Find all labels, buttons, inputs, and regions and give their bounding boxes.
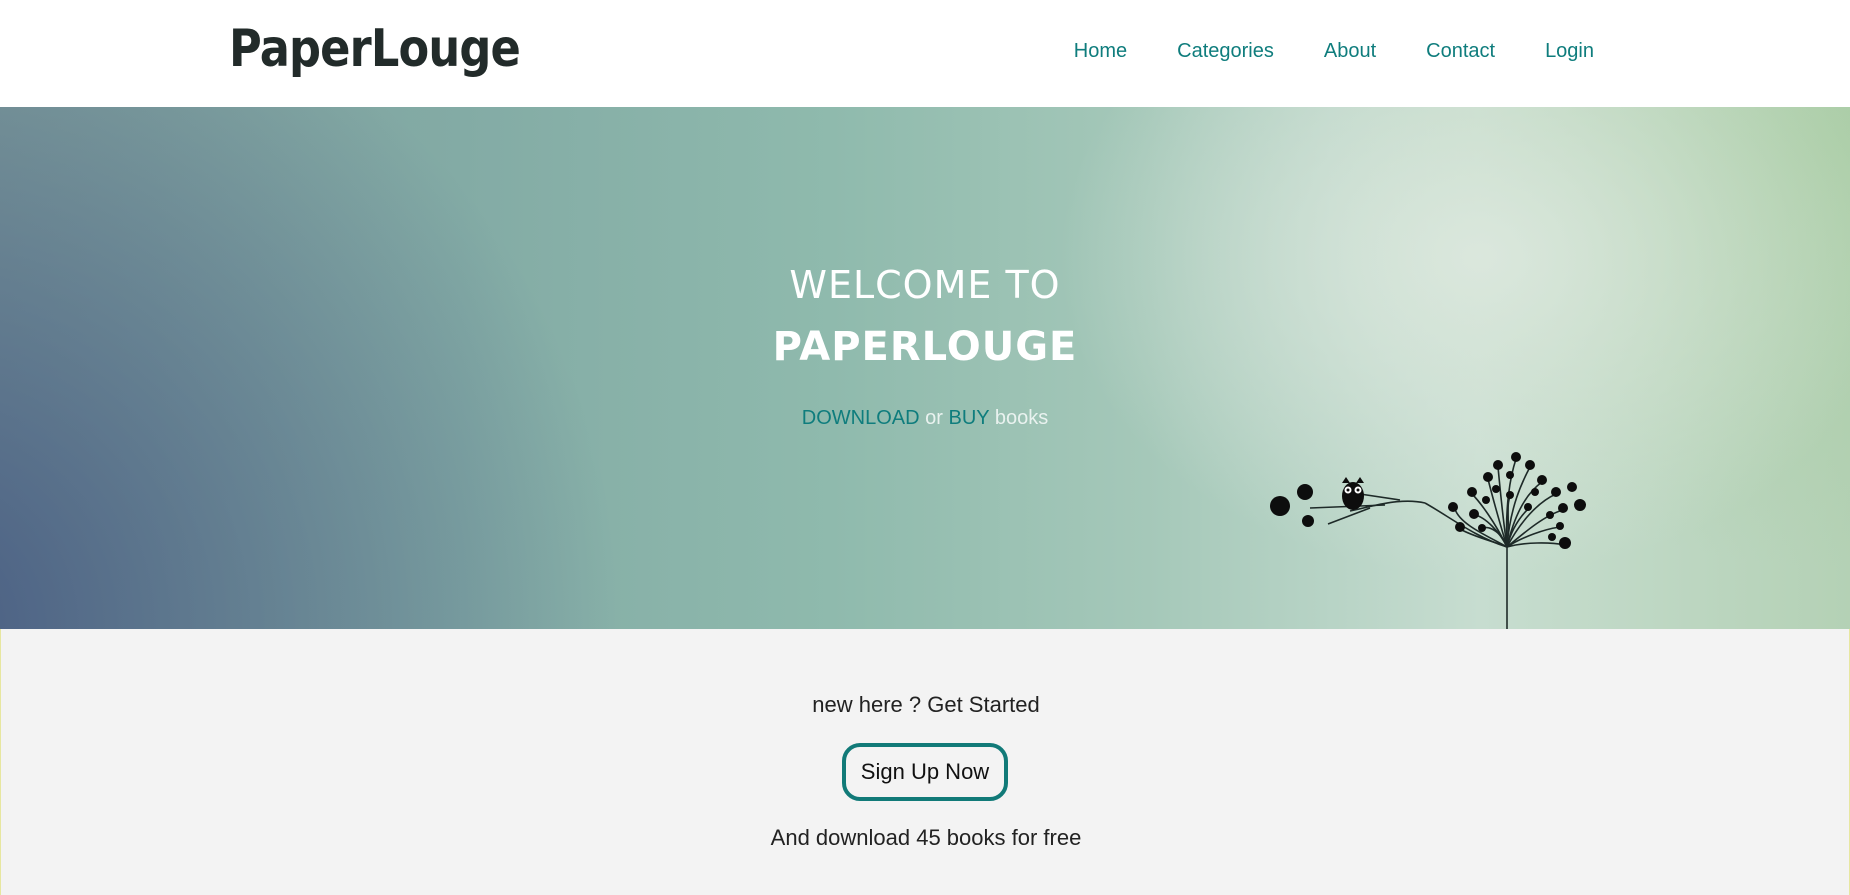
hero-banner: WELCOME TO PAPERLOUGE DOWNLOAD or BUY bo…	[0, 107, 1850, 629]
navbar: PaperLouge Home Categories About Contact…	[0, 0, 1850, 107]
hero-subtitle-books: books	[994, 407, 1049, 429]
hero-title-brand: PAPERLOUGE	[772, 324, 1078, 370]
download-link[interactable]: DOWNLOAD	[802, 407, 920, 429]
free-books-offer-text: And download 45 books for free	[770, 825, 1082, 850]
nav-link-login[interactable]: Login	[1545, 37, 1594, 67]
nav-link-contact[interactable]: Contact	[1426, 37, 1495, 67]
hero-subtitle-or: or	[925, 407, 943, 429]
tree-with-owl-icon	[1270, 452, 1586, 629]
get-started-text: new here ? Get Started	[812, 692, 1040, 717]
brand-logo[interactable]: PaperLouge	[229, 20, 521, 78]
hero-title-welcome: WELCOME TO	[789, 263, 1061, 307]
buy-link[interactable]: BUY	[949, 407, 990, 429]
sign-up-button[interactable]: Sign Up Now	[842, 743, 1008, 801]
nav-links: Home Categories About Contact Login	[1024, 37, 1594, 67]
nav-link-about[interactable]: About	[1324, 37, 1376, 67]
nav-link-home[interactable]: Home	[1074, 37, 1127, 67]
signup-section: new here ? Get Started Sign Up Now And d…	[0, 629, 1850, 895]
nav-link-categories[interactable]: Categories	[1177, 37, 1274, 67]
